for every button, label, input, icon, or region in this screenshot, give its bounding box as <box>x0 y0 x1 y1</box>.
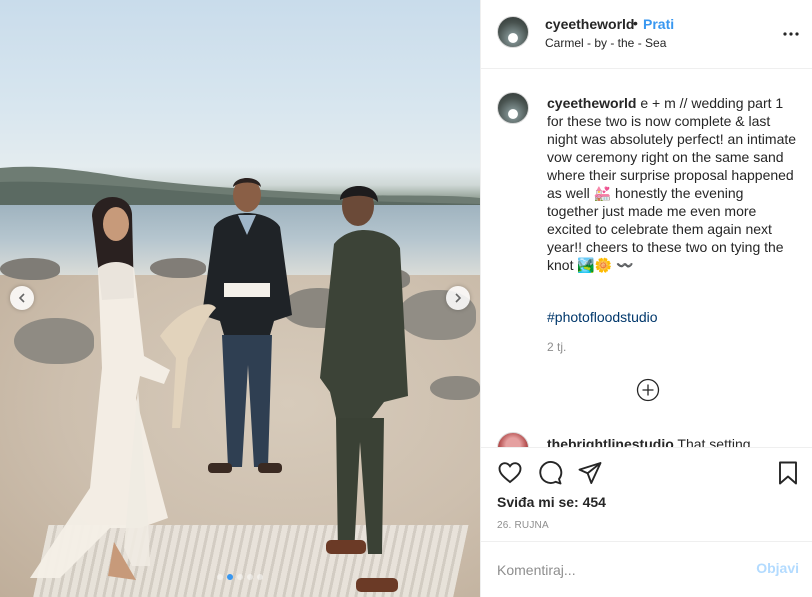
more-horizontal-icon[interactable] <box>781 24 801 44</box>
likes-number: 454 <box>582 494 606 510</box>
time-ago: 2 tj. <box>547 340 567 354</box>
share-icon[interactable] <box>577 460 603 486</box>
caption-body: e + m // wedding part 1 for these two is… <box>547 95 797 273</box>
caption-username[interactable]: cyeetheworld <box>547 95 636 111</box>
post-date: 26. rujna <box>497 520 549 531</box>
comment-icon[interactable] <box>537 460 563 486</box>
caption-text: cyeetheworld e + m // wedding part 1 for… <box>547 94 797 274</box>
comment-text: That setting <box>677 436 751 447</box>
carousel-dot <box>227 574 233 580</box>
carousel-indicator <box>0 574 480 580</box>
hashtag-link[interactable]: #photofloodstudio <box>547 309 658 325</box>
header-username[interactable]: cyeetheworld <box>545 16 634 32</box>
likes-label: Sviđa mi se: <box>497 494 579 510</box>
bookmark-icon[interactable] <box>775 460 801 486</box>
likes-count[interactable]: Sviđa mi se: 454 <box>497 494 606 510</box>
bride-figure <box>30 196 216 580</box>
comment-composer: Objavi <box>481 541 812 597</box>
comment-input[interactable] <box>497 559 737 581</box>
post-photo[interactable] <box>0 0 480 597</box>
comment-item: thebrightlinestudio That setting <box>547 436 751 447</box>
follow-button[interactable]: Prati <box>643 16 674 32</box>
carousel-next-button[interactable] <box>446 286 470 310</box>
carousel-prev-button[interactable] <box>10 286 34 310</box>
post-side-panel: cyeetheworld • Prati Carmel - by - the -… <box>480 0 812 597</box>
location-link[interactable]: Carmel - by - the - Sea <box>545 36 666 50</box>
comments-area[interactable]: cyeetheworld e + m // wedding part 1 for… <box>481 70 812 447</box>
carousel-dot <box>257 574 263 580</box>
chevron-left-icon <box>18 293 25 303</box>
follow-separator: • <box>633 15 638 31</box>
groom-figure <box>320 186 408 592</box>
carousel-dot <box>217 574 223 580</box>
rock <box>430 376 480 400</box>
post-actions: Sviđa mi se: 454 26. rujna <box>481 447 812 541</box>
comment-username[interactable]: thebrightlinestudio <box>547 436 674 447</box>
post-header: cyeetheworld • Prati Carmel - by - the -… <box>481 0 812 69</box>
chevron-right-icon <box>455 293 462 303</box>
load-more-comments-icon[interactable] <box>636 378 660 402</box>
caption-avatar[interactable] <box>497 92 529 124</box>
heart-icon[interactable] <box>497 460 523 486</box>
carousel-dot <box>247 574 253 580</box>
post-comment-button[interactable]: Objavi <box>756 560 799 576</box>
carousel-dot <box>237 574 243 580</box>
comment-avatar[interactable] <box>497 432 529 447</box>
avatar[interactable] <box>497 16 529 48</box>
